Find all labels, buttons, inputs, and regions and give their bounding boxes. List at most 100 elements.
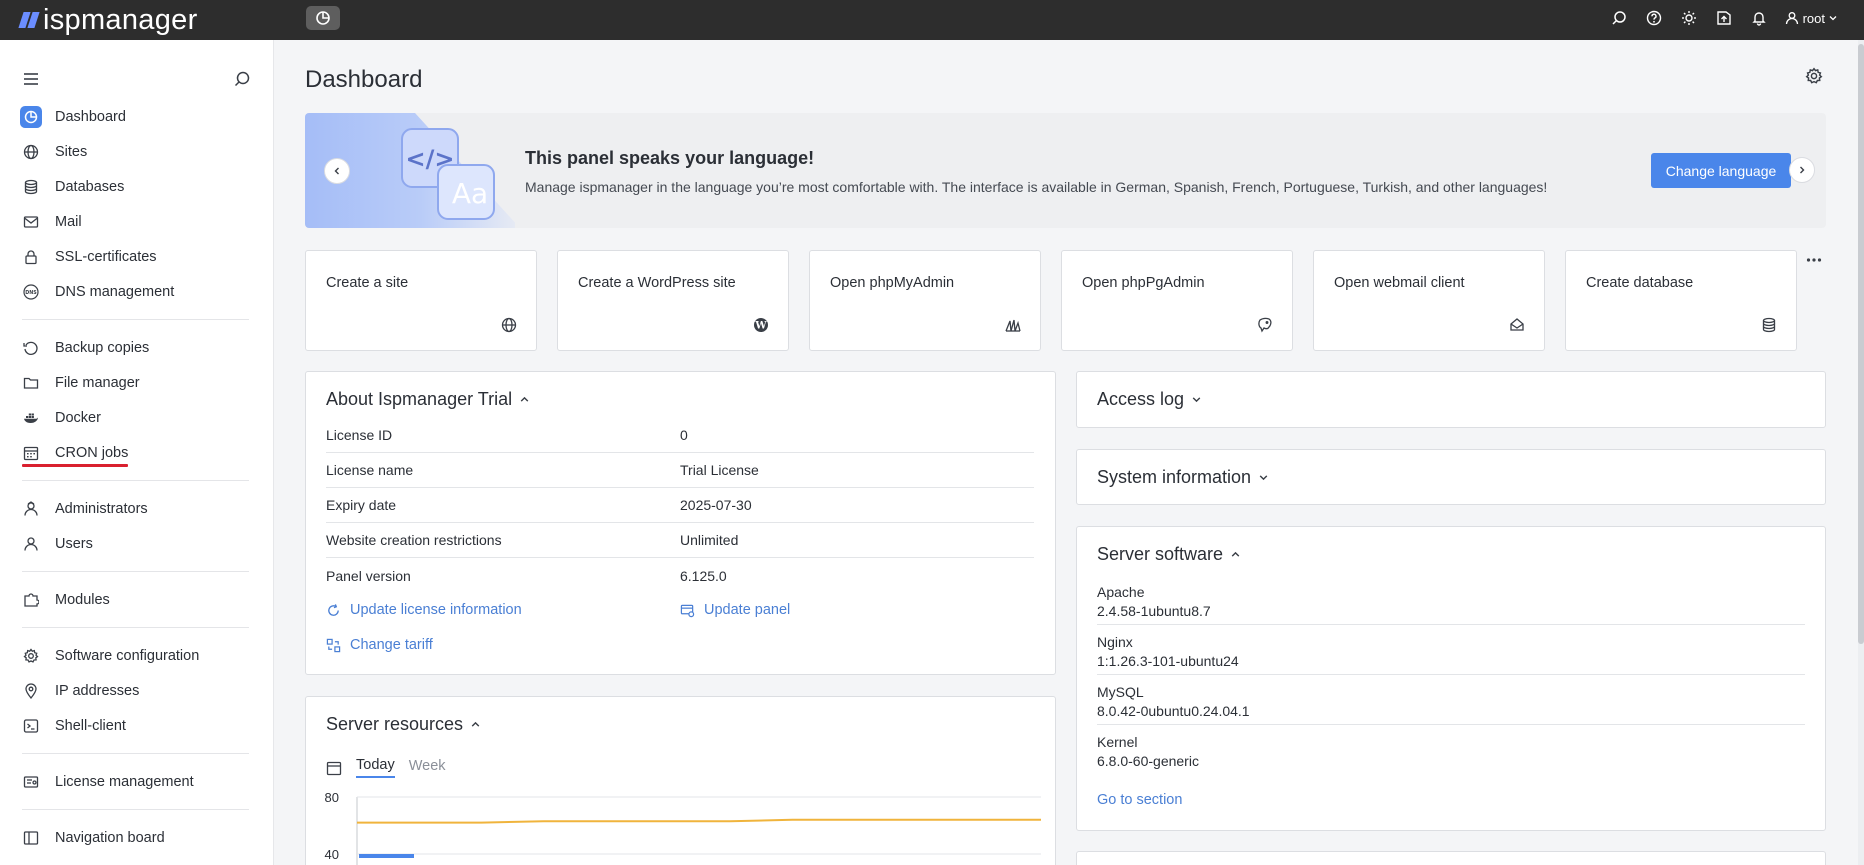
sidebar-item-backup-copies[interactable]: Backup copies bbox=[0, 330, 273, 365]
tile-open-webmail-client[interactable]: Open webmail client bbox=[1313, 250, 1545, 351]
change-tariff-link[interactable]: Change tariff bbox=[326, 637, 433, 653]
sidebar-item-label: Navigation board bbox=[55, 829, 165, 846]
software-name: Apache bbox=[1097, 584, 1145, 600]
sidebar-search-icon[interactable] bbox=[233, 70, 251, 88]
more-actions-icon[interactable] bbox=[1806, 256, 1822, 264]
sidebar-item-label: Databases bbox=[55, 178, 125, 195]
sidebar-item-shell-client[interactable]: Shell-client bbox=[0, 708, 273, 743]
hamburger-menu-icon[interactable] bbox=[22, 70, 40, 88]
sidebar-item-label: DNS management bbox=[55, 283, 175, 300]
top-bar: ispmanager root bbox=[0, 0, 1864, 40]
software-item: MySQL 8.0.42-0ubuntu0.24.04.1 bbox=[1097, 675, 1805, 725]
sidebar-item-users[interactable]: Users bbox=[0, 526, 273, 561]
user-name: root bbox=[1802, 10, 1825, 26]
chevron-up-icon bbox=[1231, 551, 1240, 557]
about-row-key: Panel version bbox=[326, 567, 411, 584]
calendar-icon[interactable] bbox=[326, 760, 342, 776]
tab-week[interactable]: Week bbox=[409, 758, 446, 777]
update-license-link[interactable]: Update license information bbox=[326, 602, 522, 618]
software-item: Kernel 6.8.0-60-generic bbox=[1097, 725, 1805, 775]
sidebar-item-dns-management[interactable]: DNS DNS management bbox=[0, 274, 273, 309]
tile-open-phpmyadmin[interactable]: Open phpMyAdmin bbox=[809, 250, 1041, 351]
server-software-header[interactable]: Server software bbox=[1097, 544, 1241, 565]
sidebar-divider bbox=[22, 319, 249, 320]
phpmyadmin-icon bbox=[1005, 319, 1021, 332]
mail-icon bbox=[20, 211, 42, 233]
ispmanager-logo[interactable]: ispmanager bbox=[18, 5, 198, 35]
quick-actions: Create a site Create a WordPress site W … bbox=[305, 250, 1797, 351]
calendar-icon bbox=[20, 442, 42, 464]
tile-create-wordpress-site[interactable]: Create a WordPress site W bbox=[557, 250, 789, 351]
update-panel-icon bbox=[680, 604, 695, 617]
sidebar-item-docker[interactable]: Docker bbox=[0, 400, 273, 435]
chevron-down-icon bbox=[1259, 475, 1268, 481]
sidebar-item-label: Software configuration bbox=[55, 647, 200, 664]
globe-icon bbox=[20, 141, 42, 163]
change-language-button[interactable]: Change language bbox=[1651, 153, 1791, 188]
software-version: 6.8.0-60-generic bbox=[1097, 753, 1199, 769]
dashboard-settings-gear-icon[interactable] bbox=[1805, 67, 1823, 85]
tile-create-database[interactable]: Create database bbox=[1565, 250, 1797, 351]
page-title: Dashboard bbox=[305, 66, 423, 93]
about-card-header[interactable]: About Ispmanager Trial bbox=[326, 389, 530, 410]
sidebar-item-software-configuration[interactable]: Software configuration bbox=[0, 638, 273, 673]
upload-icon[interactable] bbox=[1707, 0, 1742, 36]
sidebar-item-administrators[interactable]: Administrators bbox=[0, 491, 273, 526]
sidebar-item-file-manager[interactable]: File manager bbox=[0, 365, 273, 400]
tile-create-site[interactable]: Create a site bbox=[305, 250, 537, 351]
search-icon[interactable] bbox=[1602, 0, 1637, 36]
language-banner: </> Aa This panel speaks your language! … bbox=[305, 113, 1826, 228]
tile-open-phppgadmin[interactable]: Open phpPgAdmin bbox=[1061, 250, 1293, 351]
update-panel-link[interactable]: Update panel bbox=[680, 602, 790, 618]
next-card bbox=[1076, 851, 1826, 865]
sidebar-item-label: CRON jobs bbox=[55, 444, 129, 461]
access-log-title: Access log bbox=[1097, 389, 1185, 409]
sidebar-item-sites[interactable]: Sites bbox=[0, 134, 273, 169]
sidebar-item-license-management[interactable]: License management bbox=[0, 764, 273, 799]
software-name: Kernel bbox=[1097, 734, 1138, 750]
chevron-up-icon bbox=[471, 721, 480, 727]
chart-series-line bbox=[357, 818, 1041, 824]
sidebar-item-ip-addresses[interactable]: IP addresses bbox=[0, 673, 273, 708]
update-license-label: Update license information bbox=[350, 602, 522, 618]
server-resources-title: Server resources bbox=[326, 714, 464, 734]
about-row-key: License ID bbox=[326, 427, 393, 443]
banner-next-button[interactable] bbox=[1789, 157, 1815, 183]
refresh-icon bbox=[328, 603, 339, 616]
tab-today[interactable]: Today bbox=[356, 757, 395, 778]
sidebar-item-ssl-certificates[interactable]: SSL-certificates bbox=[0, 239, 273, 274]
dashboard-icon bbox=[20, 105, 42, 128]
go-to-section-link[interactable]: Go to section bbox=[1097, 792, 1182, 808]
sidebar-item-mail[interactable]: Mail bbox=[0, 204, 273, 239]
sidebar-item-cron-jobs[interactable]: CRON jobs bbox=[0, 435, 273, 470]
sidebar-item-label: File manager bbox=[55, 374, 140, 391]
sidebar-item-label: Docker bbox=[55, 409, 101, 426]
bell-icon[interactable] bbox=[1742, 0, 1777, 36]
tile-label: Create database bbox=[1586, 275, 1694, 291]
resources-tabs: Today Week bbox=[326, 757, 460, 778]
access-log-header[interactable]: Access log bbox=[1097, 389, 1202, 410]
sidebar-item-dashboard[interactable]: Dashboard bbox=[0, 99, 273, 134]
help-icon[interactable] bbox=[1637, 0, 1672, 36]
sidebar-divider bbox=[22, 480, 249, 481]
system-information-header[interactable]: System information bbox=[1097, 467, 1269, 488]
tile-label: Open phpMyAdmin bbox=[830, 275, 955, 291]
about-row-value: 0 bbox=[680, 427, 688, 443]
folder-icon bbox=[20, 372, 42, 394]
chevron-down-icon bbox=[1192, 397, 1201, 403]
sidebar-item-databases[interactable]: Databases bbox=[0, 169, 273, 204]
sidebar-item-modules[interactable]: Modules bbox=[0, 582, 273, 617]
banner-title: This panel speaks your language! bbox=[525, 148, 815, 168]
user-menu[interactable]: root bbox=[1785, 11, 1842, 26]
page-scrollbar-thumb[interactable] bbox=[1858, 44, 1864, 644]
wordpress-icon: W bbox=[754, 318, 768, 332]
server-resources-header[interactable]: Server resources bbox=[326, 714, 481, 735]
sidebar-item-label: Modules bbox=[55, 591, 110, 608]
user-icon bbox=[1785, 12, 1798, 25]
sidebar-item-navigation-board[interactable]: Navigation board bbox=[0, 820, 273, 855]
board-icon bbox=[20, 827, 42, 849]
banner-prev-button[interactable] bbox=[324, 158, 350, 184]
main-content: Dashboard </> Aa This panel speaks your … bbox=[275, 40, 1845, 865]
theme-sun-icon[interactable] bbox=[1672, 0, 1707, 36]
dashboard-shortcut-button[interactable] bbox=[306, 6, 340, 30]
